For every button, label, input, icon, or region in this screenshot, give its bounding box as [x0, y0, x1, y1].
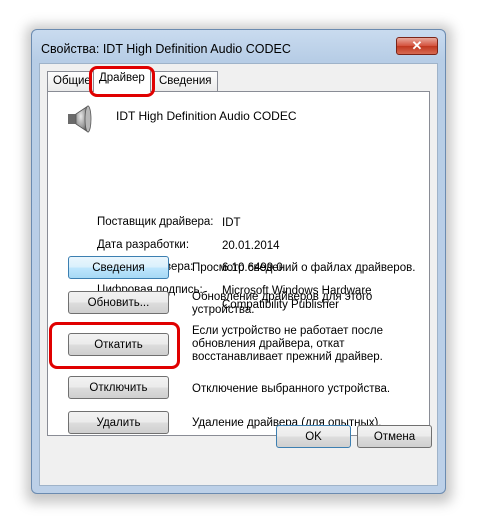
update-driver-button[interactable]: Обновить... [68, 291, 169, 314]
ok-button[interactable]: OK [276, 425, 351, 448]
details-button[interactable]: Сведения [68, 256, 169, 279]
window-title: Свойства: IDT High Definition Audio CODE… [41, 42, 291, 56]
close-button[interactable]: ✕ [396, 37, 438, 55]
highlight-driver-tab [89, 66, 155, 97]
driver-actions-area: Сведения Просмотр сведений о файлах драй… [45, 89, 428, 434]
uninstall-driver-button[interactable]: Удалить [68, 411, 169, 434]
update-driver-description: Обновление драйверов для этого устройств… [192, 291, 373, 316]
rollback-driver-description: Если устройство не работает после обновл… [192, 325, 384, 363]
cancel-button[interactable]: Отмена [357, 425, 432, 448]
details-description: Просмотр сведений о файлах драйверов. [192, 262, 416, 274]
disable-device-description: Отключение выбранного устройства. [192, 383, 391, 395]
highlight-rollback-button [49, 322, 180, 369]
disable-device-button[interactable]: Отключить [68, 376, 169, 399]
tab-details[interactable]: Сведения [153, 71, 218, 91]
close-icon: ✕ [411, 38, 423, 53]
